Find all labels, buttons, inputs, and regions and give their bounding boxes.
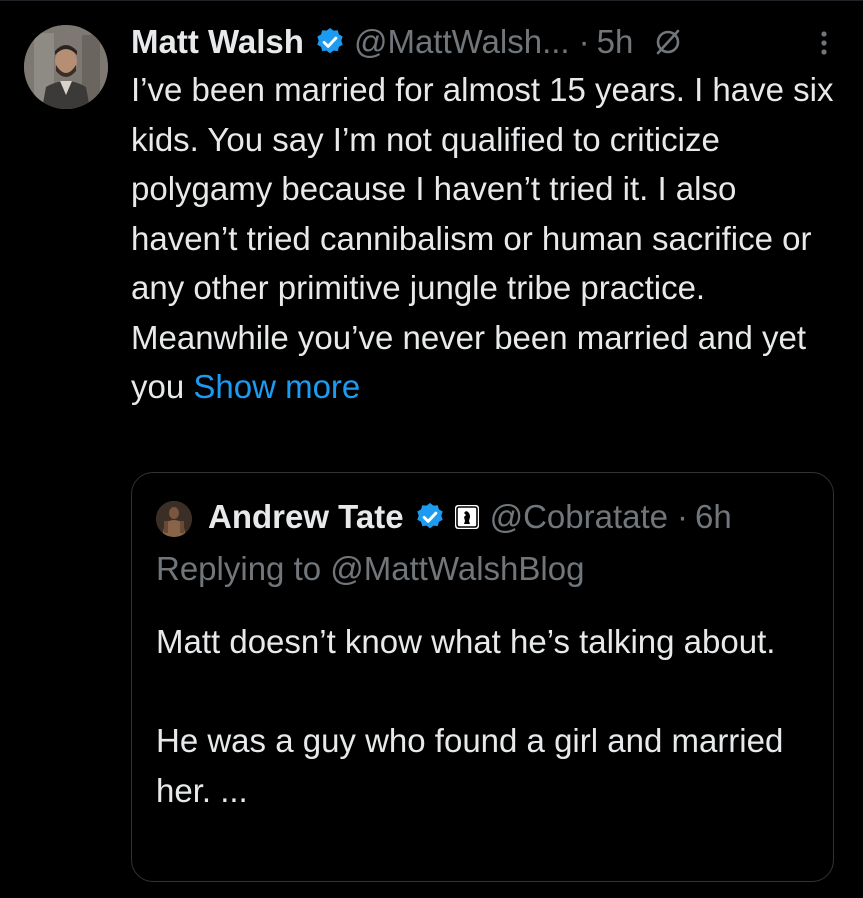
quoted-author-avatar[interactable] — [156, 501, 192, 537]
replying-to[interactable]: Replying to @MattWalshBlog — [156, 547, 584, 591]
top-divider — [0, 0, 863, 1]
quoted-author-handle[interactable]: @Cobratate — [490, 495, 668, 539]
quoted-paragraph: Matt doesn’t know what he’s talking abou… — [156, 623, 776, 660]
author-handle[interactable]: @MattWalsh... — [354, 20, 570, 64]
quoted-tweet-text: Matt doesn’t know what he’s talking abou… — [156, 617, 806, 815]
quoted-avatar-photo — [156, 501, 192, 537]
quoted-tweet-header: Andrew Tate @Cobratate · 6h — [208, 495, 732, 539]
verified-badge-icon[interactable] — [414, 501, 446, 533]
author-avatar[interactable] — [24, 25, 108, 109]
more-vertical-icon[interactable] — [808, 26, 840, 60]
avatar-photo — [24, 25, 108, 109]
separator-dot: · — [677, 498, 689, 535]
affiliation-badge-icon[interactable] — [454, 504, 480, 530]
tweet-text-content: I’ve been married for almost 15 years. I… — [131, 71, 834, 405]
verified-badge-icon[interactable] — [314, 26, 346, 58]
show-more-link[interactable]: Show more — [193, 368, 360, 405]
quoted-paragraph: He was a guy who found a girl and marrie… — [156, 722, 784, 809]
author-name[interactable]: Matt Walsh — [131, 20, 304, 64]
tweet-header: Matt Walsh @MattWalsh... · 5h — [131, 20, 683, 64]
tweet-text: I’ve been married for almost 15 years. I… — [131, 65, 843, 412]
tweet-time[interactable]: 5h — [597, 20, 634, 64]
quoted-tweet-card[interactable]: Andrew Tate @Cobratate · 6h Replying to … — [131, 472, 834, 882]
quoted-tweet-time[interactable]: 6h — [695, 495, 732, 539]
separator-dot: · — [578, 23, 590, 60]
quoted-author-name[interactable]: Andrew Tate — [208, 495, 404, 539]
no-entry-icon — [657, 29, 680, 55]
